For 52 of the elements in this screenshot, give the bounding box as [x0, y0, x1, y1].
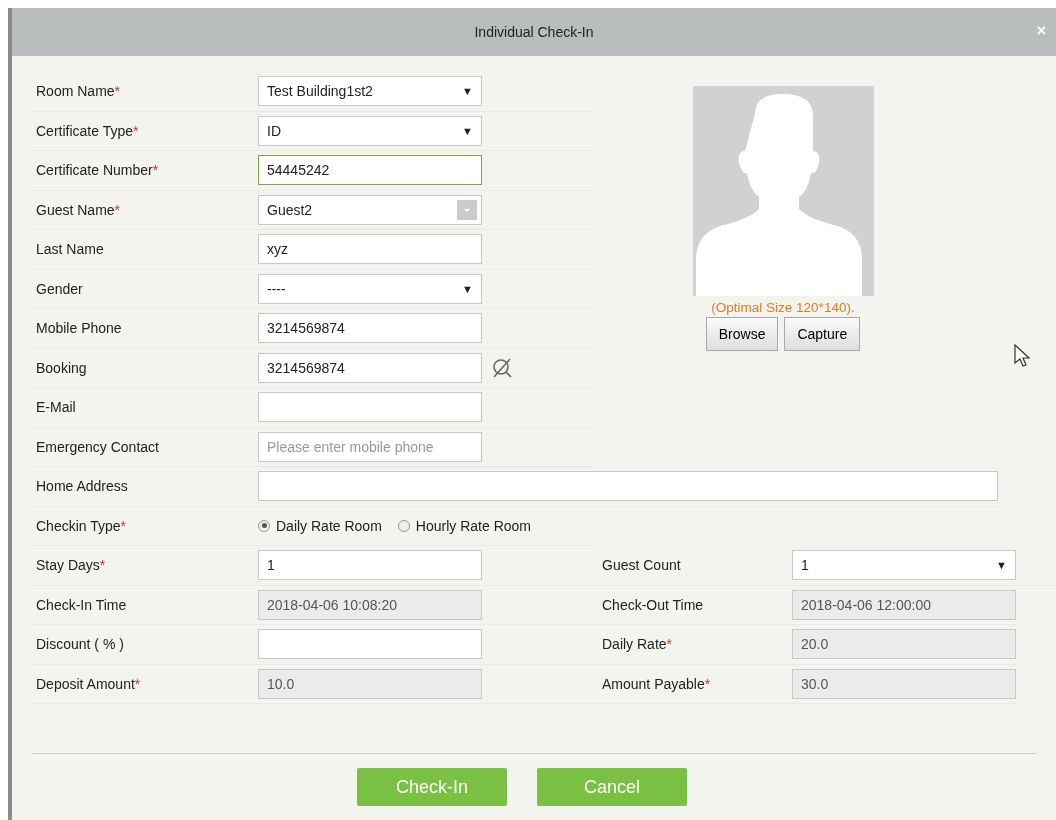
select-field[interactable]: ID ▼ [258, 115, 482, 146]
input-field[interactable]: 10.0 [258, 668, 482, 699]
input-field[interactable]: Please enter mobile phone [258, 431, 482, 462]
field-label: Check-Out Time [602, 596, 705, 613]
field-label: Room Name* [35, 83, 122, 100]
select-field[interactable]: Test Building1st2 ▼ [258, 76, 482, 107]
input-field[interactable]: 2018-04-06 12:00:00 [792, 589, 1016, 620]
field-label: Home Address [35, 478, 129, 495]
input-field[interactable]: 30.0 [792, 668, 1016, 699]
search-icon[interactable] [492, 356, 514, 379]
input-field[interactable]: 20.0 [792, 629, 1016, 660]
caret-icon: ▼ [462, 124, 473, 137]
field-label: Amount Payable* [602, 675, 712, 692]
photo-size-hint: (Optimal Size 120*140). [711, 300, 855, 315]
dropdown-icon[interactable] [457, 199, 477, 220]
cursor-icon [1014, 344, 1030, 368]
field-label: Certificate Number* [35, 162, 160, 179]
caret-icon: ▼ [462, 282, 473, 295]
input-field[interactable]: 3214569874 [258, 313, 482, 344]
field-label: Booking [35, 359, 88, 376]
photo-button[interactable]: Browse [705, 317, 779, 351]
caret-icon: ▼ [462, 85, 473, 98]
input-field[interactable]: 3214569874 [258, 352, 482, 383]
input-field[interactable]: xyz [258, 234, 482, 265]
select-field[interactable]: 1 ▼ [792, 550, 1016, 581]
radio-option[interactable]: Daily Rate Room [258, 517, 382, 534]
field-label: Last Name [35, 241, 105, 258]
input-field[interactable]: 2018-04-06 10:08:20 [258, 589, 482, 620]
input-field[interactable] [258, 629, 482, 660]
field-label: Check-In Time [35, 596, 128, 613]
input-field[interactable] [258, 392, 482, 423]
field-label: Stay Days* [35, 557, 107, 574]
field-label: Mobile Phone [35, 320, 123, 337]
input-field[interactable] [258, 471, 998, 502]
field-label: E-Mail [35, 399, 77, 416]
select-field[interactable]: ---- ▼ [258, 273, 482, 304]
field-label: Discount ( % ) [35, 636, 125, 653]
caret-icon: ▼ [996, 559, 1007, 572]
field-label: Guest Count [602, 557, 682, 574]
window-title: Individual Check-In [474, 24, 594, 40]
input-field[interactable]: 1 [258, 550, 482, 581]
field-label: Certificate Type* [35, 122, 140, 139]
photo-button[interactable]: Capture [784, 317, 861, 351]
field-label: Daily Rate* [602, 636, 674, 653]
combo-field[interactable]: Guest2 [258, 194, 482, 225]
field-label: Emergency Contact [35, 438, 160, 455]
field-label: Deposit Amount* [35, 675, 142, 692]
field-label: Gender [35, 280, 84, 297]
field-label: Checkin Type* [35, 517, 128, 534]
input-field[interactable]: 54445242 [258, 155, 482, 186]
field-label: Guest Name* [35, 201, 122, 218]
radio-option[interactable]: Hourly Rate Room [397, 517, 531, 534]
